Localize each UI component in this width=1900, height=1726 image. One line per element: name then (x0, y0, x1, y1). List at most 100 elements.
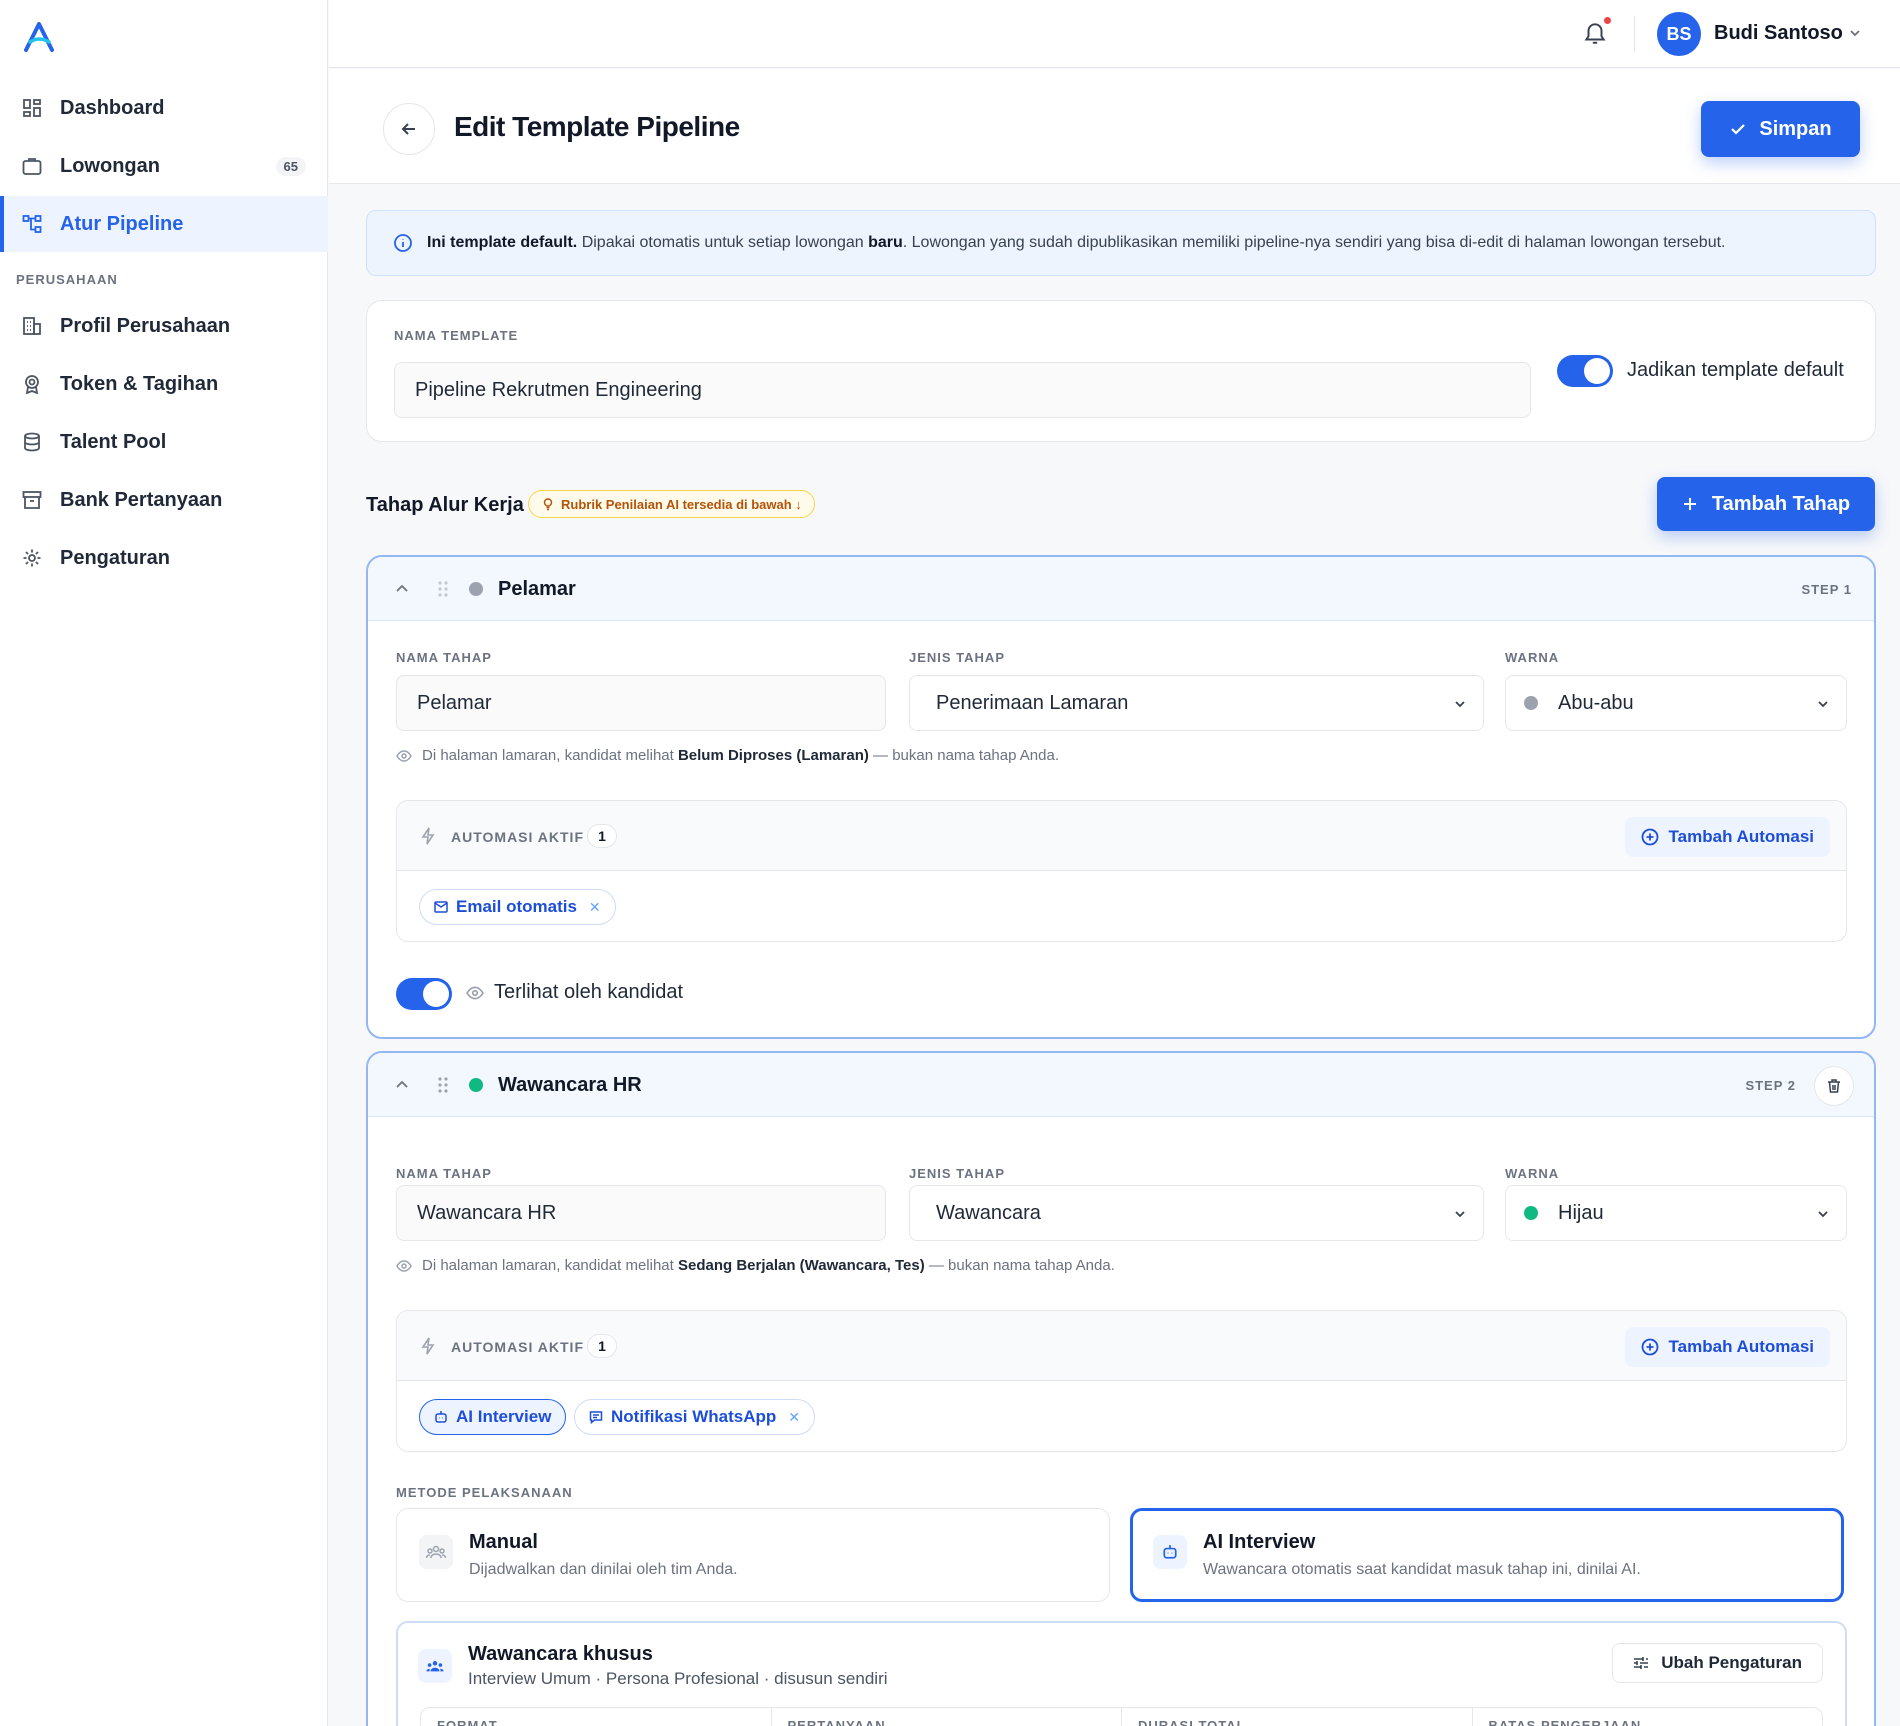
stage-name-label: NAMA TAHAP (396, 650, 492, 665)
summary-column-header: DURASI TOTAL (1122, 1708, 1473, 1726)
sidebar-item-label: Profil Perusahaan (60, 314, 231, 337)
candidate-visible-label: Terlihat oleh kandidat (466, 981, 683, 1004)
edit-settings-button[interactable]: Ubah Pengaturan (1612, 1643, 1823, 1683)
lightbulb-icon (543, 498, 553, 511)
pipeline-icon (22, 214, 42, 234)
sidebar-item-pengaturan[interactable]: Pengaturan (0, 530, 328, 586)
chevron-down-icon (1455, 1211, 1465, 1218)
chevron-down-icon (1455, 701, 1465, 708)
default-template-toggle[interactable] (1557, 355, 1613, 387)
close-icon[interactable]: ✕ (589, 899, 601, 916)
save-button[interactable]: Simpan (1701, 101, 1860, 157)
add-stage-button[interactable]: Tambah Tahap (1657, 477, 1875, 531)
automation-title: AUTOMASI AKTIF (451, 829, 584, 845)
color-swatch (1524, 696, 1538, 710)
sidebar-item-lowongan[interactable]: Lowongan 65 (0, 138, 328, 194)
add-automation-label: Tambah Automasi (1668, 827, 1814, 846)
sidebar-item-label: Lowongan (60, 154, 160, 177)
sidebar-item-label: Talent Pool (60, 430, 167, 453)
automation-chip-whatsapp[interactable]: Notifikasi WhatsApp ✕ (574, 1399, 816, 1435)
chevron-down-icon (1818, 701, 1828, 708)
color-value: Abu-abu (1558, 691, 1634, 714)
message-icon (589, 1411, 603, 1424)
close-icon[interactable]: ✕ (788, 1409, 800, 1426)
stage-name-label: NAMA TAHAP (396, 1166, 492, 1181)
dashboard-icon (22, 98, 42, 118)
custom-subtitle: Interview Umum · Persona Profesional · d… (468, 1669, 888, 1688)
method-ai-interview[interactable]: AI Interview Wawancara otomatis saat kan… (1130, 1508, 1844, 1602)
method-title: Manual (469, 1531, 538, 1553)
automation-chip-email[interactable]: Email otomatis ✕ (419, 889, 616, 925)
sidebar: Dashboard Lowongan 65 Atur Pipeline PERU… (0, 0, 328, 1726)
add-stage-label: Tambah Tahap (1711, 492, 1851, 515)
add-automation-button[interactable]: Tambah Automasi (1624, 817, 1830, 857)
delete-stage-button[interactable] (1814, 1066, 1854, 1106)
info-banner: Ini template default. Dipakai otomatis u… (366, 210, 1876, 276)
chevron-up-icon[interactable] (394, 581, 410, 597)
drag-handle-icon[interactable] (436, 1075, 450, 1095)
chevron-down-icon[interactable] (1848, 26, 1862, 40)
edit-settings-label: Ubah Pengaturan (1661, 1653, 1802, 1672)
candidate-view-hint: Di halaman lamaran, kandidat melihat Sed… (396, 1257, 1115, 1274)
automation-box: AUTOMASI AKTIF 1 Tambah Automasi AI Inte… (396, 1310, 1847, 1452)
avatar[interactable]: BS (1657, 12, 1701, 56)
user-name[interactable]: Budi Santoso (1714, 22, 1843, 45)
drag-handle-icon[interactable] (436, 579, 450, 599)
candidate-view-hint: Di halaman lamaran, kandidat melihat Bel… (396, 747, 1059, 764)
sidebar-item-talent-pool[interactable]: Talent Pool (0, 414, 328, 470)
automation-header: AUTOMASI AKTIF 1 Tambah Automasi (397, 801, 1846, 871)
award-icon (22, 374, 42, 394)
stage-type-label: JENIS TAHAP (909, 650, 1005, 665)
app-logo[interactable] (22, 22, 56, 52)
stage-type-value: Penerimaan Lamaran (936, 691, 1129, 714)
stage-header[interactable]: Wawancara HR STEP 2 (368, 1053, 1874, 1117)
bell-icon[interactable] (1582, 20, 1608, 46)
archive-icon (22, 490, 42, 510)
stage-name-input[interactable]: Wawancara HR (396, 1185, 886, 1241)
chip-label: Email otomatis (456, 897, 577, 916)
stage-name: Wawancara HR (498, 1074, 642, 1096)
automation-count: 1 (587, 1334, 617, 1358)
sidebar-item-label: Dashboard (60, 96, 165, 119)
method-label: METODE PELAKSANAAN (396, 1485, 573, 1500)
chevron-up-icon[interactable] (394, 1077, 410, 1093)
sidebar-item-label: Token & Tagihan (60, 372, 219, 395)
method-desc: Wawancara otomatis saat kandidat masuk t… (1203, 1561, 1641, 1578)
sidebar-item-token-tagihan[interactable]: Token & Tagihan (0, 356, 328, 412)
sidebar-item-label: Pengaturan (60, 546, 171, 569)
sidebar-item-label: Bank Pertanyaan (60, 488, 223, 511)
stage-color-dot (469, 1078, 483, 1092)
add-automation-button[interactable]: Tambah Automasi (1624, 1327, 1830, 1367)
color-select[interactable]: Hijau (1505, 1185, 1847, 1241)
back-button[interactable] (383, 103, 435, 155)
stage-card: Wawancara HR STEP 2 NAMA TAHAP JENIS TAH… (366, 1051, 1876, 1726)
chip-label: Notifikasi WhatsApp (611, 1407, 777, 1426)
summary-column-header: FORMAT (421, 1708, 772, 1726)
stage-name: Pelamar (498, 578, 576, 600)
eye-icon (396, 1259, 412, 1272)
stage-name-input[interactable]: Pelamar (396, 675, 886, 731)
custom-title: Wawancara khusus (468, 1643, 653, 1665)
add-automation-label: Tambah Automasi (1668, 1337, 1814, 1356)
rubrik-badge[interactable]: Rubrik Penilaian AI tersedia di bawah ↓ (528, 490, 815, 518)
stage-color-dot (469, 582, 483, 596)
sidebar-item-profil-perusahaan[interactable]: Profil Perusahaan (0, 298, 328, 354)
plus-circle-icon (1641, 828, 1658, 846)
method-manual[interactable]: Manual Dijadwalkan dan dinilai oleh tim … (396, 1508, 1110, 1602)
count-badge: 65 (275, 156, 306, 176)
sidebar-item-atur-pipeline[interactable]: Atur Pipeline (0, 196, 328, 252)
automation-chip-ai-interview[interactable]: AI Interview (419, 1399, 567, 1435)
sidebar-item-dashboard[interactable]: Dashboard (0, 80, 328, 136)
sidebar-item-bank-pertanyaan[interactable]: Bank Pertanyaan (0, 472, 328, 528)
template-name-input[interactable]: Pipeline Rekrutmen Engineering (394, 362, 1531, 418)
color-select[interactable]: Abu-abu (1505, 675, 1847, 731)
color-label: WARNA (1505, 650, 1560, 665)
stage-type-select[interactable]: Wawancara (909, 1185, 1484, 1241)
chevron-down-icon (1818, 1211, 1828, 1218)
stage-header[interactable]: Pelamar STEP 1 (368, 557, 1874, 621)
candidate-visible-toggle[interactable] (396, 978, 452, 1010)
robot-icon (1153, 1535, 1187, 1569)
sidebar-item-label: Atur Pipeline (60, 212, 184, 235)
divider (1634, 16, 1635, 52)
stage-type-select[interactable]: Penerimaan Lamaran (909, 675, 1484, 731)
